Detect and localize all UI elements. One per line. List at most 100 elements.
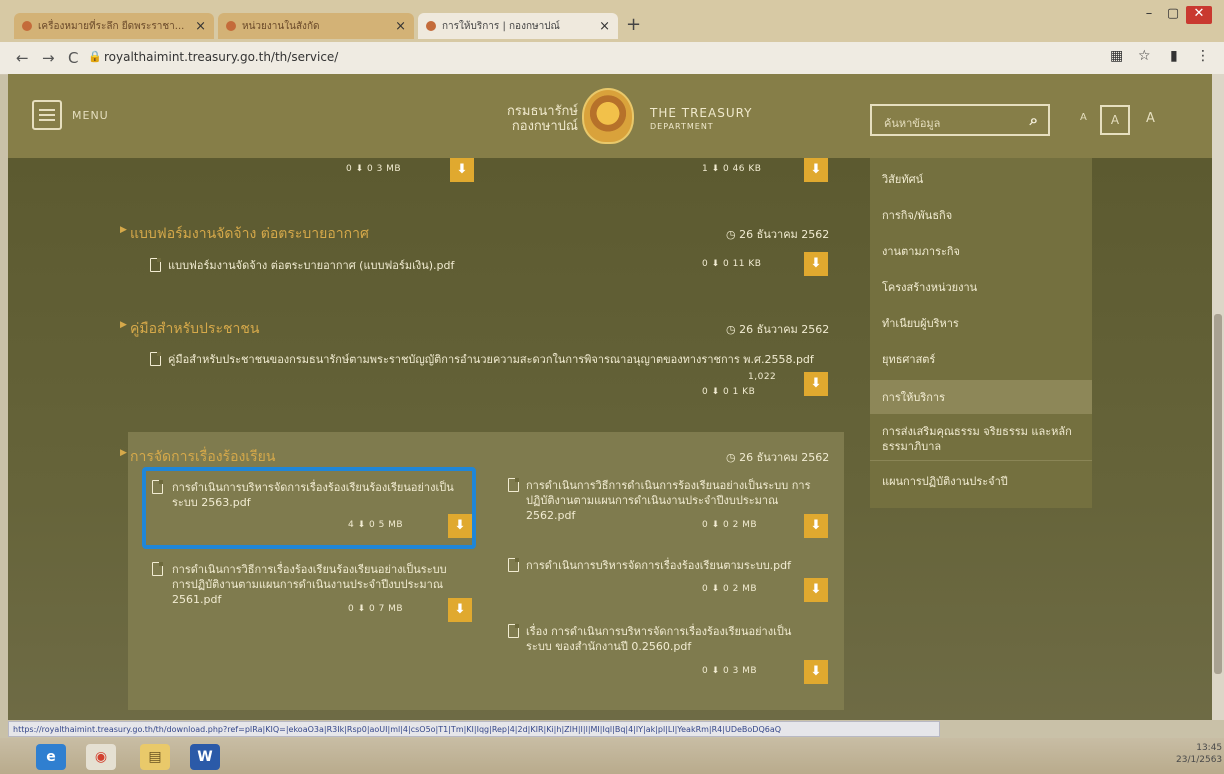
section-title[interactable]: คู่มือสำหรับประชาชน <box>120 318 259 340</box>
download-icon[interactable]: ⬇ <box>450 158 474 182</box>
file-meta: 0 ⬇ 0 2 MB <box>702 584 758 594</box>
page-scrollbar[interactable] <box>1212 74 1224 720</box>
scrollbar-thumb[interactable] <box>1214 314 1222 674</box>
download-icon[interactable]: ⬇ <box>804 514 828 538</box>
new-tab-button[interactable]: + <box>626 14 641 35</box>
file-link[interactable]: คู่มือสำหรับประชาชนของกรมธนารักษ์ตามพระร… <box>168 352 828 367</box>
file-meta: 0 ⬇ 0 3 MB <box>346 164 402 174</box>
browser-tab[interactable]: เครื่องหมายที่ระลึก ยืดพระราชา... × <box>14 13 214 39</box>
search-input[interactable]: ค้นหาข้อมูล ⌕ <box>870 104 1050 136</box>
extension-icon[interactable]: ▮ <box>1170 48 1178 64</box>
file-meta: 0 ⬇ 0 2 MB <box>702 520 758 530</box>
submenu-item-active[interactable]: การให้บริการ <box>882 390 945 405</box>
favicon-icon <box>22 21 32 31</box>
submenu-item[interactable]: การส่งเสริมคุณธรรม จริยธรรม และหลักธรรมา… <box>882 424 1082 454</box>
word-icon[interactable]: W <box>190 744 220 770</box>
download-icon[interactable]: ⬇ <box>804 252 828 276</box>
annotation-highlight-box <box>142 467 476 549</box>
file-meta-top: 1,022 <box>748 372 777 382</box>
font-size-large-button[interactable]: A <box>1146 111 1155 126</box>
download-icon[interactable]: ⬇ <box>804 372 828 396</box>
tab-label: การให้บริการ | กองกษาปณ์ <box>442 20 560 32</box>
service-content: 0 ⬇ 0 3 MB ⬇ 1 ⬇ 0 46 KB ⬇ แบบฟอร์มงานจั… <box>8 158 1212 720</box>
clock-date: 23/1/2563 <box>1176 755 1223 765</box>
logo-en-line1: THE TREASURY <box>650 106 753 120</box>
taskbar-clock[interactable]: 13:45 23/1/2563 <box>1176 742 1222 766</box>
tab-close-icon[interactable]: × <box>599 19 610 34</box>
submenu-item[interactable]: ทำเนียบผู้บริหาร <box>882 316 959 331</box>
submenu-divider <box>870 460 1092 461</box>
file-explorer-icon[interactable]: ▤ <box>140 744 170 770</box>
pdf-file-icon <box>152 562 163 576</box>
tab-label: เครื่องหมายที่ระลึก ยืดพระราชา... <box>38 20 185 32</box>
pdf-file-icon <box>508 558 519 572</box>
file-link[interactable]: การดำเนินการบริหารจัดการเรื่องร้องเรียนต… <box>526 558 816 573</box>
download-icon[interactable]: ⬇ <box>804 578 828 602</box>
submenu-item[interactable]: แผนการปฏิบัติงานประจำปี <box>882 474 1008 489</box>
close-window-button[interactable]: ✕ <box>1186 6 1212 24</box>
forward-button[interactable]: → <box>42 49 55 67</box>
pdf-file-icon <box>508 478 519 492</box>
chrome-icon[interactable]: ◉ <box>86 744 116 770</box>
website: MENU กรมธนารักษ์ กองกษาปณ์ THE TREASURY … <box>8 74 1212 720</box>
logo-thai-line2: กองกษาปณ์ <box>511 119 578 134</box>
file-meta: 0 ⬇ 0 11 KB <box>702 259 762 269</box>
font-size-normal-button[interactable]: A <box>1100 105 1130 135</box>
submenu-item[interactable]: งานตามภาระกิจ <box>882 244 960 259</box>
logo-en-line2: DEPARTMENT <box>650 122 714 131</box>
search-icon[interactable]: ⌕ <box>1030 111 1038 129</box>
url-field[interactable]: royalthaimint.treasury.go.th/th/service/ <box>104 50 338 64</box>
browser-tab-bar: เครื่องหมายที่ระลึก ยืดพระราชา... × หน่ว… <box>0 0 1224 42</box>
file-link[interactable]: แบบฟอร์มงานจัดจ้าง ต่อตระบายอากาศ (แบบฟอ… <box>168 258 454 273</box>
internet-explorer-icon[interactable]: e <box>36 744 66 770</box>
favicon-icon <box>426 21 436 31</box>
download-icon[interactable]: ⬇ <box>448 598 472 622</box>
pdf-file-icon <box>150 258 161 272</box>
back-button[interactable]: ← <box>16 49 29 67</box>
section-date: ◷ 26 ธันวาคม 2562 <box>726 228 830 241</box>
download-icon[interactable]: ⬇ <box>804 660 828 684</box>
section-title[interactable]: แบบฟอร์มงานจัดจ้าง ต่อตระบายอากาศ <box>120 223 369 245</box>
search-placeholder: ค้นหาข้อมูล <box>884 117 941 130</box>
minimize-button[interactable]: – <box>1136 6 1162 24</box>
file-link[interactable]: เรื่อง การดำเนินการบริหารจัดการเรื่องร้อ… <box>526 624 816 654</box>
tab-label: หน่วยงานในสังกัด <box>242 20 320 32</box>
file-meta: 0 ⬇ 0 1 KB <box>702 387 756 397</box>
logo-text-thai: กรมธนารักษ์ กองกษาปณ์ <box>478 104 578 134</box>
browser-menu-icon[interactable]: ⋮ <box>1196 48 1210 64</box>
section-date: ◷ 26 ธันวาคม 2562 <box>726 451 830 464</box>
bookmark-star-icon[interactable]: ☆ <box>1138 48 1151 64</box>
windows-taskbar: e ◉ ▤ W <box>0 738 1224 774</box>
section-title[interactable]: การจัดการเรื่องร้องเรียน <box>120 446 275 468</box>
submenu-item[interactable]: ยุทธศาสตร์ <box>882 352 935 367</box>
file-meta: 0 ⬇ 0 3 MB <box>702 666 758 676</box>
tab-close-icon[interactable]: × <box>395 19 406 34</box>
clock-time: 13:45 <box>1196 743 1223 753</box>
pdf-file-icon <box>508 624 519 638</box>
lock-icon: 🔒 <box>88 50 102 63</box>
maximize-button[interactable]: ▢ <box>1160 6 1186 24</box>
submenu-item[interactable]: วิสัยทัศน์ <box>882 172 923 187</box>
favicon-icon <box>226 21 236 31</box>
download-icon[interactable]: ⬇ <box>804 158 828 182</box>
logo-thai-line1: กรมธนารักษ์ <box>507 104 578 119</box>
browser-tab[interactable]: หน่วยงานในสังกัด × <box>218 13 414 39</box>
submenu-item[interactable]: โครงสร้างหน่วยงาน <box>882 280 977 295</box>
date-text: 26 ธันวาคม 2562 <box>739 451 830 464</box>
file-link[interactable]: การดำเนินการวิธีการดำเนินการร้องเรียนอย่… <box>526 478 816 523</box>
translate-icon[interactable]: ▦ <box>1110 48 1123 64</box>
status-bar-url: https://royalthaimint.treasury.go.th/th/… <box>8 721 940 737</box>
submenu-item[interactable]: การกิจ/พันธกิจ <box>882 208 952 223</box>
file-meta: 0 ⬇ 0 7 MB <box>348 604 404 614</box>
date-text: 26 ธันวาคม 2562 <box>739 323 830 336</box>
logo-text-english: THE TREASURY DEPARTMENT <box>650 106 753 134</box>
treasury-emblem-logo[interactable] <box>582 88 634 144</box>
font-size-small-button[interactable]: A <box>1080 112 1087 123</box>
menu-label[interactable]: MENU <box>72 109 109 122</box>
file-link[interactable]: การดำเนินการวิธีการเรื่องร้องเรียนร้องเร… <box>172 562 462 607</box>
hamburger-menu-icon[interactable] <box>32 100 62 130</box>
reload-button[interactable]: C <box>68 49 78 67</box>
browser-tab-active[interactable]: การให้บริการ | กองกษาปณ์ × <box>418 13 618 39</box>
tab-close-icon[interactable]: × <box>195 19 206 34</box>
address-bar: ← → C 🔒 royalthaimint.treasury.go.th/th/… <box>0 42 1224 75</box>
